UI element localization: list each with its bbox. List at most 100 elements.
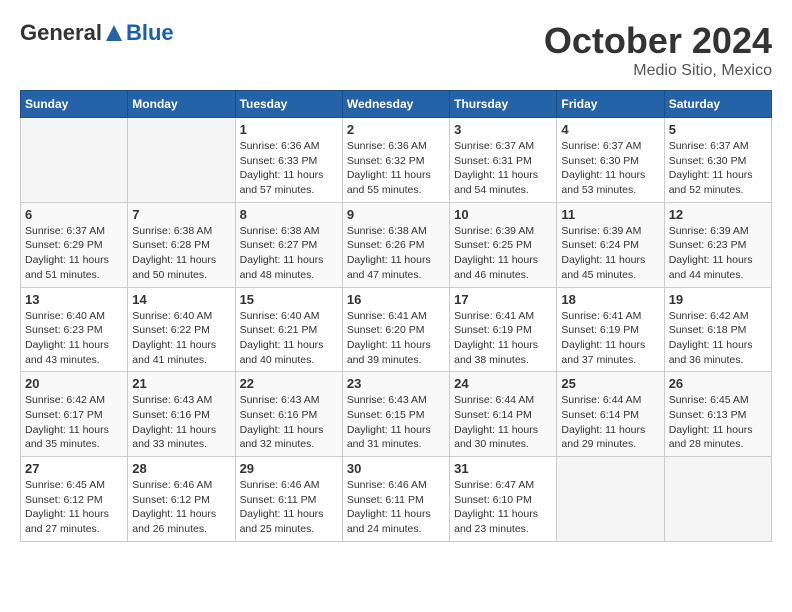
calendar-cell: 6 Sunrise: 6:37 AMSunset: 6:29 PMDaylight… (21, 202, 128, 287)
day-number: 8 (240, 207, 338, 222)
day-number: 25 (561, 376, 659, 391)
logo-blue: Blue (126, 20, 174, 46)
calendar-cell (664, 457, 771, 542)
calendar-cell: 13Sunrise: 6:40 AMSunset: 6:23 PMDayligh… (21, 287, 128, 372)
page-header: General Blue October 2024 Medio Sitio, M… (20, 20, 772, 80)
day-info: Sunrise: 6:38 AMSunset: 6:28 PMDaylight:… (132, 224, 230, 283)
logo-general: General (20, 20, 102, 46)
calendar-cell: 30 Sunrise: 6:46 AMSunset: 6:11 PMDayligh… (342, 457, 449, 542)
day-info: Sunrise: 6:37 AMSunset: 6:31 PMDaylight:… (454, 139, 552, 198)
calendar-cell: 22 Sunrise: 6:43 AMSunset: 6:16 PMDayligh… (235, 372, 342, 457)
calendar-cell: 23Sunrise: 6:43 AMSunset: 6:15 PMDayligh… (342, 372, 449, 457)
day-number: 10 (454, 207, 552, 222)
day-info: Sunrise: 6:42 AMSunset: 6:18 PMDaylight:… (669, 309, 767, 368)
day-info: Sunrise: 6:37 AMSunset: 6:30 PMDaylight:… (561, 139, 659, 198)
day-number: 16 (347, 292, 445, 307)
calendar-week: 13Sunrise: 6:40 AMSunset: 6:23 PMDayligh… (21, 287, 772, 372)
weekday-header: Wednesday (342, 91, 449, 118)
day-info: Sunrise: 6:40 AMSunset: 6:23 PMDaylight:… (25, 309, 123, 368)
day-info: Sunrise: 6:37 AMSunset: 6:30 PMDaylight:… (669, 139, 767, 198)
calendar-table: SundayMondayTuesdayWednesdayThursdayFrid… (20, 90, 772, 542)
day-info: Sunrise: 6:46 AMSunset: 6:11 PMDaylight:… (347, 478, 445, 537)
day-info: Sunrise: 6:39 AMSunset: 6:24 PMDaylight:… (561, 224, 659, 283)
day-info: Sunrise: 6:44 AMSunset: 6:14 PMDaylight:… (561, 393, 659, 452)
calendar-week: 1 Sunrise: 6:36 AMSunset: 6:33 PMDaylight… (21, 118, 772, 203)
day-number: 15 (240, 292, 338, 307)
day-info: Sunrise: 6:37 AMSunset: 6:29 PMDaylight:… (25, 224, 123, 283)
calendar-week: 20 Sunrise: 6:42 AMSunset: 6:17 PMDayligh… (21, 372, 772, 457)
day-info: Sunrise: 6:41 AMSunset: 6:19 PMDaylight:… (454, 309, 552, 368)
calendar-cell: 29 Sunrise: 6:46 AMSunset: 6:11 PMDayligh… (235, 457, 342, 542)
calendar-cell: 19 Sunrise: 6:42 AMSunset: 6:18 PMDayligh… (664, 287, 771, 372)
calendar-cell: 16 Sunrise: 6:41 AMSunset: 6:20 PMDayligh… (342, 287, 449, 372)
day-number: 17 (454, 292, 552, 307)
calendar-week: 6 Sunrise: 6:37 AMSunset: 6:29 PMDaylight… (21, 202, 772, 287)
day-number: 26 (669, 376, 767, 391)
day-info: Sunrise: 6:40 AMSunset: 6:21 PMDaylight:… (240, 309, 338, 368)
day-number: 31 (454, 461, 552, 476)
weekday-header: Saturday (664, 91, 771, 118)
day-info: Sunrise: 6:46 AMSunset: 6:11 PMDaylight:… (240, 478, 338, 537)
day-number: 21 (132, 376, 230, 391)
day-info: Sunrise: 6:38 AMSunset: 6:26 PMDaylight:… (347, 224, 445, 283)
day-number: 12 (669, 207, 767, 222)
day-number: 5 (669, 122, 767, 137)
calendar-cell: 3 Sunrise: 6:37 AMSunset: 6:31 PMDaylight… (450, 118, 557, 203)
day-number: 28 (132, 461, 230, 476)
calendar-cell: 27 Sunrise: 6:45 AMSunset: 6:12 PMDayligh… (21, 457, 128, 542)
day-number: 30 (347, 461, 445, 476)
weekday-header: Friday (557, 91, 664, 118)
day-number: 11 (561, 207, 659, 222)
day-number: 29 (240, 461, 338, 476)
day-number: 3 (454, 122, 552, 137)
day-info: Sunrise: 6:43 AMSunset: 6:16 PMDaylight:… (132, 393, 230, 452)
logo-icon (104, 23, 124, 43)
day-number: 18 (561, 292, 659, 307)
calendar-cell (21, 118, 128, 203)
calendar-cell: 10Sunrise: 6:39 AMSunset: 6:25 PMDayligh… (450, 202, 557, 287)
calendar-cell: 11 Sunrise: 6:39 AMSunset: 6:24 PMDayligh… (557, 202, 664, 287)
day-info: Sunrise: 6:40 AMSunset: 6:22 PMDaylight:… (132, 309, 230, 368)
calendar-cell: 8Sunrise: 6:38 AMSunset: 6:27 PMDaylight… (235, 202, 342, 287)
day-number: 1 (240, 122, 338, 137)
calendar-cell: 25 Sunrise: 6:44 AMSunset: 6:14 PMDayligh… (557, 372, 664, 457)
day-number: 6 (25, 207, 123, 222)
day-info: Sunrise: 6:46 AMSunset: 6:12 PMDaylight:… (132, 478, 230, 537)
calendar-cell: 9Sunrise: 6:38 AMSunset: 6:26 PMDaylight… (342, 202, 449, 287)
location-title: Medio Sitio, Mexico (544, 62, 772, 80)
day-number: 22 (240, 376, 338, 391)
day-number: 19 (669, 292, 767, 307)
calendar-cell: 5 Sunrise: 6:37 AMSunset: 6:30 PMDaylight… (664, 118, 771, 203)
weekday-row: SundayMondayTuesdayWednesdayThursdayFrid… (21, 91, 772, 118)
day-info: Sunrise: 6:45 AMSunset: 6:12 PMDaylight:… (25, 478, 123, 537)
calendar-cell: 18Sunrise: 6:41 AMSunset: 6:19 PMDayligh… (557, 287, 664, 372)
day-number: 20 (25, 376, 123, 391)
day-info: Sunrise: 6:43 AMSunset: 6:15 PMDaylight:… (347, 393, 445, 452)
day-info: Sunrise: 6:39 AMSunset: 6:23 PMDaylight:… (669, 224, 767, 283)
day-number: 27 (25, 461, 123, 476)
calendar-week: 27 Sunrise: 6:45 AMSunset: 6:12 PMDayligh… (21, 457, 772, 542)
month-title: October 2024 (544, 20, 772, 62)
day-number: 2 (347, 122, 445, 137)
calendar-cell: 15 Sunrise: 6:40 AMSunset: 6:21 PMDayligh… (235, 287, 342, 372)
day-info: Sunrise: 6:36 AMSunset: 6:33 PMDaylight:… (240, 139, 338, 198)
calendar-cell: 12 Sunrise: 6:39 AMSunset: 6:23 PMDayligh… (664, 202, 771, 287)
day-info: Sunrise: 6:41 AMSunset: 6:20 PMDaylight:… (347, 309, 445, 368)
calendar-cell: 28 Sunrise: 6:46 AMSunset: 6:12 PMDayligh… (128, 457, 235, 542)
weekday-header: Sunday (21, 91, 128, 118)
calendar-cell: 24Sunrise: 6:44 AMSunset: 6:14 PMDayligh… (450, 372, 557, 457)
calendar-cell: 21 Sunrise: 6:43 AMSunset: 6:16 PMDayligh… (128, 372, 235, 457)
calendar-cell (557, 457, 664, 542)
day-info: Sunrise: 6:43 AMSunset: 6:16 PMDaylight:… (240, 393, 338, 452)
calendar-cell: 17 Sunrise: 6:41 AMSunset: 6:19 PMDayligh… (450, 287, 557, 372)
day-number: 4 (561, 122, 659, 137)
calendar-cell: 7 Sunrise: 6:38 AMSunset: 6:28 PMDaylight… (128, 202, 235, 287)
weekday-header: Thursday (450, 91, 557, 118)
calendar-cell: 1 Sunrise: 6:36 AMSunset: 6:33 PMDaylight… (235, 118, 342, 203)
title-block: October 2024 Medio Sitio, Mexico (544, 20, 772, 80)
day-info: Sunrise: 6:36 AMSunset: 6:32 PMDaylight:… (347, 139, 445, 198)
weekday-header: Tuesday (235, 91, 342, 118)
day-number: 7 (132, 207, 230, 222)
day-info: Sunrise: 6:47 AMSunset: 6:10 PMDaylight:… (454, 478, 552, 537)
day-info: Sunrise: 6:42 AMSunset: 6:17 PMDaylight:… (25, 393, 123, 452)
